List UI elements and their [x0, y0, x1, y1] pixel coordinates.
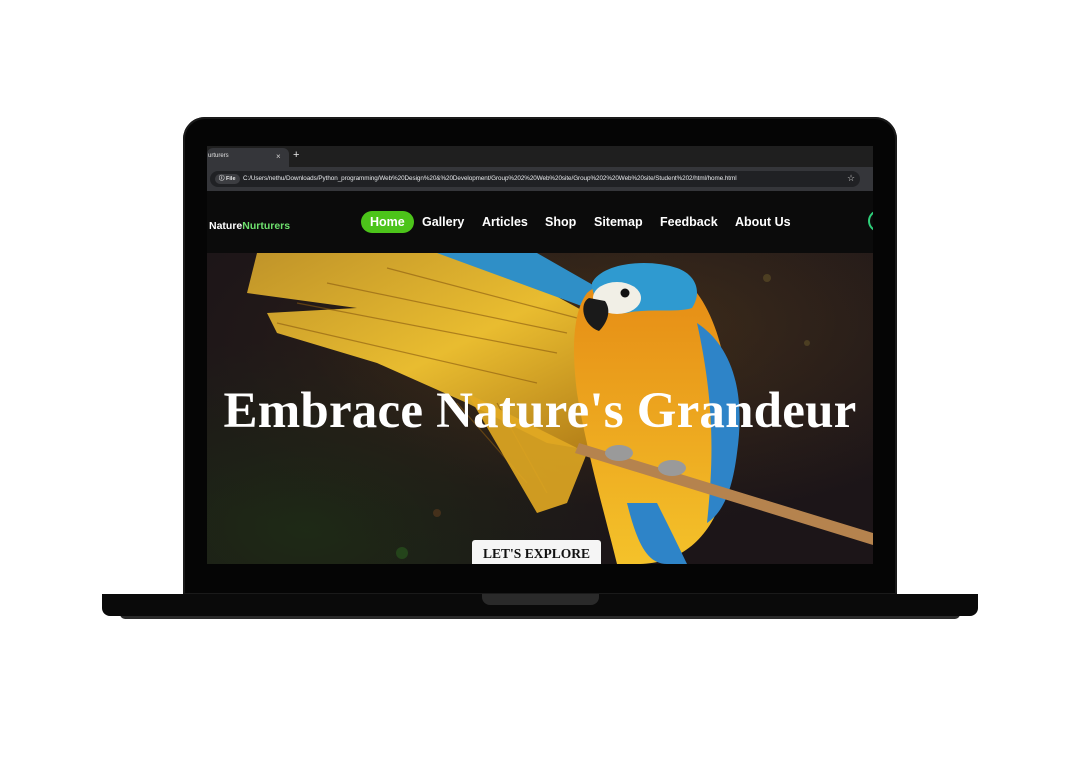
nav-articles[interactable]: Articles	[482, 211, 528, 233]
user-circle-icon[interactable]	[868, 210, 873, 232]
new-tab-icon[interactable]: +	[293, 149, 299, 161]
url-text: C:/Users/nethu/Downloads/Python_programm…	[243, 175, 737, 182]
address-bar: ⓘ File C:/Users/nethu/Downloads/Python_p…	[207, 167, 873, 191]
site-info-chip[interactable]: ⓘ File	[215, 174, 240, 184]
browser-tab[interactable]: urturers ×	[207, 148, 289, 167]
bookmark-star-icon[interactable]: ☆	[847, 173, 855, 184]
laptop-screen: urturers × + ⓘ File C:/Users/nethu/Downl…	[207, 146, 873, 564]
explore-button[interactable]: LET'S EXPLORE	[472, 540, 601, 564]
web-page: NatureNurturers Home Gallery Articles Sh…	[207, 191, 873, 564]
tab-title: urturers	[208, 153, 229, 159]
site-navbar: NatureNurturers Home Gallery Articles Sh…	[207, 191, 873, 253]
nav-about-us[interactable]: About Us	[735, 211, 791, 233]
nav-gallery[interactable]: Gallery	[422, 211, 464, 233]
hero-title: Embrace Nature's Grandeur	[223, 383, 857, 439]
close-tab-icon[interactable]: ×	[276, 152, 281, 161]
logo-primary-text: Nature	[209, 220, 243, 232]
logo-accent-text: Nurturers	[242, 220, 291, 232]
nav-sitemap[interactable]: Sitemap	[594, 211, 643, 233]
site-logo[interactable]: NatureNurturers	[209, 220, 290, 232]
nav-shop[interactable]: Shop	[545, 211, 576, 233]
nav-home[interactable]: Home	[361, 211, 414, 233]
laptop-notch	[482, 594, 599, 605]
nav-feedback[interactable]: Feedback	[660, 211, 718, 233]
url-input[interactable]: ⓘ File C:/Users/nethu/Downloads/Python_p…	[210, 171, 860, 187]
browser-tab-bar: urturers × +	[207, 146, 873, 167]
